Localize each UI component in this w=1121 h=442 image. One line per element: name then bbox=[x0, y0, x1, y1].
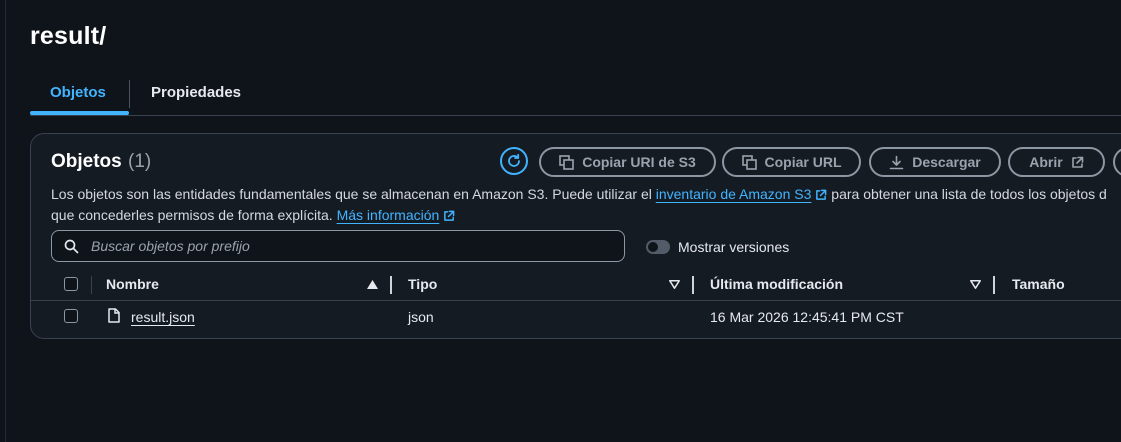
download-icon bbox=[889, 155, 904, 169]
open-label: Abrir bbox=[1029, 154, 1063, 170]
column-header-type[interactable]: Tipo bbox=[408, 276, 437, 292]
refresh-button[interactable] bbox=[500, 147, 528, 175]
description-line-1: Los objetos son las entidades fundamenta… bbox=[51, 186, 1107, 202]
page-title: result/ bbox=[30, 22, 107, 50]
tab-objetos[interactable]: Objetos bbox=[50, 78, 106, 112]
external-link-icon bbox=[816, 189, 827, 200]
show-versions-label: Mostrar versiones bbox=[678, 239, 790, 255]
search-input[interactable] bbox=[89, 237, 613, 255]
inventory-link[interactable]: inventario de Amazon S3 bbox=[656, 186, 812, 202]
file-icon bbox=[108, 308, 120, 323]
tabs: Objetos Propiedades bbox=[30, 78, 1121, 116]
column-header-name[interactable]: Nombre bbox=[106, 276, 159, 292]
panel-description: Los objetos son las entidades fundamenta… bbox=[51, 184, 1107, 226]
more-info-link[interactable]: Más información bbox=[337, 207, 440, 223]
search-box bbox=[51, 230, 625, 262]
select-all-checkbox[interactable] bbox=[64, 277, 78, 291]
object-type: json bbox=[408, 309, 434, 325]
tab-separator bbox=[129, 80, 130, 108]
left-border bbox=[5, 0, 6, 442]
copy-icon bbox=[741, 154, 757, 170]
object-last-modified: 16 Mar 2026 12:45:41 PM CST bbox=[710, 309, 904, 325]
tab-propiedades[interactable]: Propiedades bbox=[151, 78, 241, 112]
column-header-size[interactable]: Tamaño bbox=[1012, 276, 1065, 292]
sort-caret-down-icon[interactable] bbox=[970, 280, 981, 289]
column-resize-handle[interactable] bbox=[390, 276, 392, 294]
more-actions-button[interactable] bbox=[1113, 147, 1121, 177]
external-link-icon bbox=[1071, 156, 1084, 168]
active-tab-indicator bbox=[30, 111, 129, 115]
download-label: Descargar bbox=[912, 154, 981, 170]
panel-heading: Objetos bbox=[51, 151, 122, 172]
copy-url-button[interactable]: Copiar URL bbox=[722, 147, 861, 177]
column-resize-handle[interactable] bbox=[993, 276, 995, 294]
objects-panel: Objetos (1) Copiar URI de S3 Copiar URL … bbox=[30, 133, 1121, 339]
open-button[interactable]: Abrir bbox=[1008, 147, 1105, 177]
copy-url-label: Copiar URL bbox=[764, 154, 842, 170]
refresh-icon bbox=[508, 153, 520, 167]
toggle-knob bbox=[648, 242, 658, 252]
external-link-icon bbox=[444, 210, 455, 221]
column-header-last-modified[interactable]: Última modificación bbox=[710, 276, 843, 292]
download-button[interactable]: Descargar bbox=[869, 147, 1001, 177]
show-versions-toggle[interactable] bbox=[646, 240, 670, 254]
copy-s3-uri-button[interactable]: Copiar URI de S3 bbox=[539, 147, 716, 177]
column-resize-handle[interactable] bbox=[692, 276, 694, 294]
sort-caret-down-icon[interactable] bbox=[669, 280, 680, 289]
object-name-link[interactable]: result.json bbox=[131, 309, 195, 325]
column-separator bbox=[91, 276, 92, 294]
search-icon bbox=[64, 239, 79, 253]
row-checkbox[interactable] bbox=[64, 309, 78, 323]
description-line-2: que concederles permisos de forma explíc… bbox=[51, 205, 1107, 226]
copy-s3-uri-label: Copiar URI de S3 bbox=[582, 154, 696, 170]
table-header-divider bbox=[31, 300, 1121, 301]
object-count: (1) bbox=[128, 151, 152, 172]
tabs-divider bbox=[30, 115, 1121, 116]
sort-ascending-icon[interactable] bbox=[367, 280, 378, 289]
copy-icon bbox=[559, 154, 575, 170]
